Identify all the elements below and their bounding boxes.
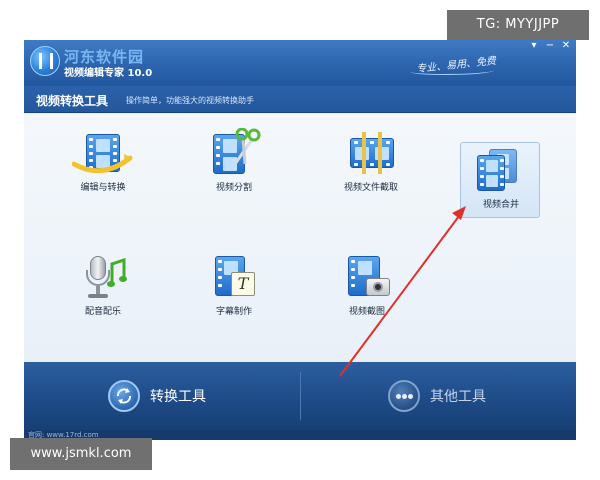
app-title: 视频编辑专家 10.0 (64, 68, 153, 79)
slogan-swoosh-decoration (410, 67, 494, 75)
watermark-bottom: www.jsmkl.com (10, 438, 152, 470)
camera-film-icon (344, 256, 390, 300)
tab-convert-tools[interactable]: 转换工具 (108, 376, 206, 416)
tool-label: 编辑与转换 (80, 183, 126, 193)
tool-video-merge[interactable]: 视频合并 (460, 142, 540, 218)
screenshot-page: 河东软件园 视频编辑专家 10.0 专业、易用、免费 ▾ − ✕ 视频转换工具 … (0, 0, 600, 480)
tool-dubbing-music[interactable]: 配音配乐 (58, 250, 148, 330)
tool-label: 视频分割 (215, 183, 252, 193)
tool-label: 视频合并 (482, 200, 519, 210)
tool-label: 字幕制作 (215, 307, 252, 317)
video-editor-window: 河东软件园 视频编辑专家 10.0 专业、易用、免费 ▾ − ✕ 视频转换工具 … (24, 40, 576, 440)
title-bar[interactable]: 河东软件园 视频编辑专家 10.0 专业、易用、免费 ▾ − ✕ (24, 40, 576, 86)
microphone-icon (80, 256, 127, 300)
tool-subtitle[interactable]: T 字幕制作 (189, 250, 279, 330)
merge-film-icon (475, 149, 521, 193)
minimize-icon[interactable]: − (544, 40, 556, 52)
tool-label: 视频文件截取 (343, 183, 398, 193)
refresh-arrows-icon (108, 380, 140, 412)
tool-grid: 编辑与转换 视频分割 视频文件截取 视频合并 配音配乐 T 字幕制作 视频截图 (24, 114, 576, 362)
tool-label: 配音配乐 (84, 307, 121, 317)
window-controls: ▾ − ✕ (528, 40, 572, 52)
tab-label: 转换工具 (150, 389, 206, 405)
tool-video-split[interactable]: 视频分割 (189, 126, 279, 206)
tool-video-clip[interactable]: 视频文件截取 (326, 126, 416, 206)
tool-label: 视频截图 (348, 307, 385, 317)
bottom-tab-bar: 转换工具 其他工具 (24, 362, 576, 430)
menu-dropdown-icon[interactable]: ▾ (528, 40, 540, 52)
clip-film-icon (348, 132, 394, 176)
convert-film-icon (72, 132, 133, 176)
subtitle-icon: T (211, 256, 257, 300)
close-icon[interactable]: ✕ (560, 40, 572, 52)
tool-edit-convert[interactable]: 编辑与转换 (58, 126, 148, 206)
section-header: 视频转换工具 操作简单，功能强大的视频转换助手 (24, 86, 576, 113)
section-title: 视频转换工具 (36, 94, 109, 108)
section-description: 操作简单，功能强大的视频转换助手 (126, 96, 254, 105)
watermark-top: TG: MYYJJPP (447, 10, 589, 40)
more-dots-icon (388, 380, 420, 412)
tool-video-screenshot[interactable]: 视频截图 (322, 250, 412, 330)
tab-other-tools[interactable]: 其他工具 (388, 376, 486, 416)
scissors-film-icon (211, 128, 261, 176)
tab-label: 其他工具 (430, 389, 486, 405)
tab-divider (300, 372, 301, 420)
app-logo-icon (30, 46, 60, 76)
